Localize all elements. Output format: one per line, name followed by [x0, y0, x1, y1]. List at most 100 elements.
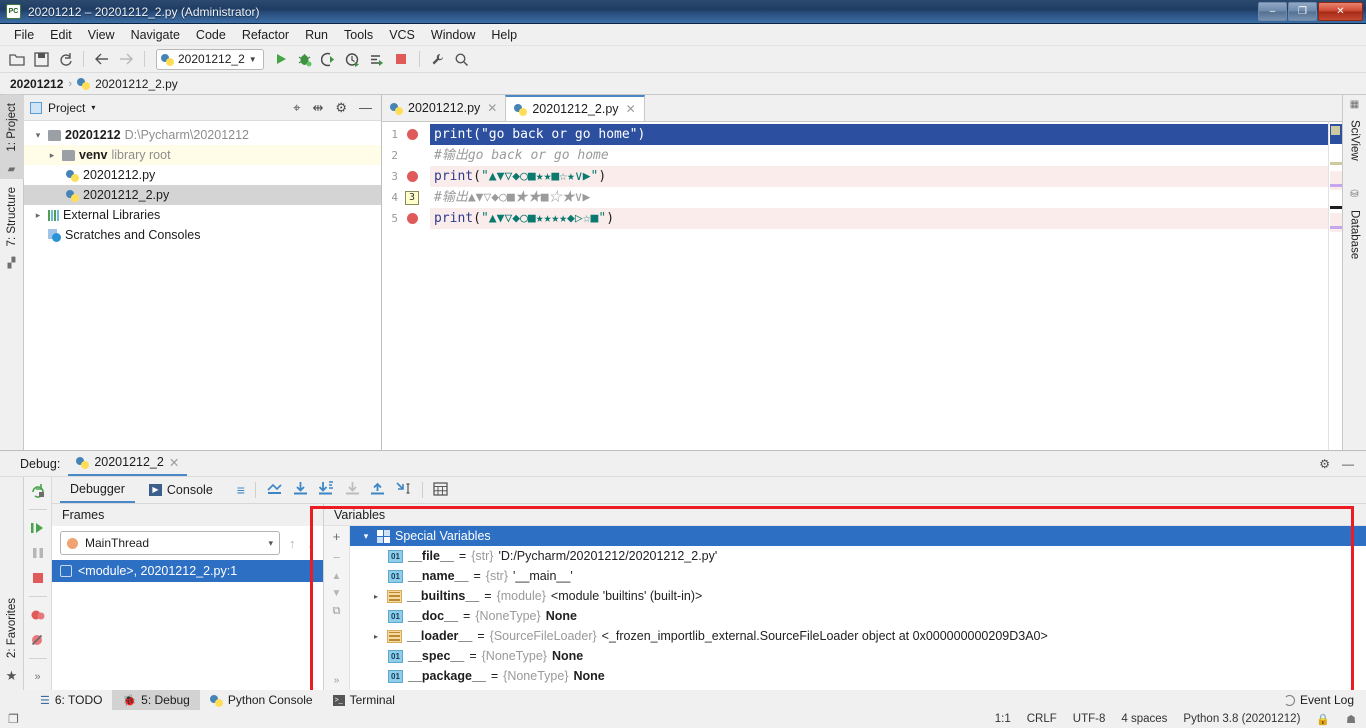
search-icon[interactable] — [451, 48, 473, 70]
marker-warning[interactable] — [1331, 126, 1340, 135]
lock-icon[interactable]: 🔒 — [1316, 713, 1330, 726]
tree-row-file-1[interactable]: 20201212.py — [24, 165, 381, 185]
gutter-line[interactable]: 3 — [382, 166, 430, 187]
chevron-down-icon[interactable]: ▾ — [91, 103, 95, 112]
menu-vcs[interactable]: VCS — [381, 26, 423, 44]
step-out-icon[interactable] — [370, 481, 385, 499]
stop-icon[interactable] — [28, 569, 48, 587]
status-tab-python-console[interactable]: Python Console — [200, 690, 323, 710]
minimize-button[interactable]: – — [1258, 1, 1287, 21]
mute-breakpoints-icon[interactable] — [28, 631, 48, 649]
code-line-2[interactable]: #输出go back or go home — [430, 145, 1328, 166]
chevron-right-icon[interactable]: ▸ — [46, 150, 58, 161]
tree-row-external-libraries[interactable]: ▸ External Libraries — [24, 205, 381, 225]
sidebar-item-sciview[interactable]: SciView — [1346, 114, 1364, 167]
sidebar-item-project[interactable]: 1: Project — [2, 95, 21, 160]
arrow-right-icon[interactable] — [115, 48, 137, 70]
gutter-line[interactable]: 4 3 — [382, 187, 430, 208]
more-icon[interactable]: » — [28, 668, 48, 686]
menu-navigate[interactable]: Navigate — [123, 26, 188, 44]
rerun-icon[interactable] — [28, 482, 48, 500]
menu-file[interactable]: File — [6, 26, 42, 44]
tab-console[interactable]: ▶ Console — [139, 479, 223, 502]
menu-edit[interactable]: Edit — [42, 26, 80, 44]
debug-icon[interactable] — [294, 48, 316, 70]
variable-row-loader[interactable]: ▸ __loader__ = {SourceFileLoader} <_froz… — [350, 626, 1366, 646]
frame-up-button[interactable]: ↑ — [286, 536, 299, 551]
code-line-1[interactable]: print("go back or go home") — [430, 124, 1328, 145]
profile-icon[interactable] — [342, 48, 364, 70]
project-panel-title[interactable]: Project — [48, 101, 85, 115]
breadcrumb-file[interactable]: 20201212_2.py — [95, 77, 178, 91]
status-tab-terminal[interactable]: >_ Terminal — [323, 690, 405, 710]
variables-list[interactable]: ▾ Special Variables 01 __file__ = {str} — [350, 526, 1366, 690]
step-into-icon[interactable] — [318, 481, 335, 499]
close-icon[interactable]: ✕ — [487, 101, 497, 115]
menu-help[interactable]: Help — [483, 26, 525, 44]
hide-icon[interactable]: — — [1342, 457, 1354, 471]
variable-row-doc[interactable]: 01 __doc__ = {NoneType} None — [350, 606, 1366, 626]
variable-row-special[interactable]: ▾ Special Variables — [350, 526, 1366, 546]
inspection-marker[interactable]: 3 — [405, 190, 419, 205]
resume-icon[interactable] — [28, 519, 48, 537]
tree-row-scratches[interactable]: Scratches and Consoles — [24, 225, 381, 245]
status-tab-todo[interactable]: ☰ 6: TODO — [30, 690, 112, 710]
remove-watch-button[interactable]: − — [333, 550, 341, 565]
open-folder-icon[interactable] — [6, 48, 28, 70]
editor-tab-20201212-2[interactable]: 20201212_2.py ✕ — [505, 95, 645, 121]
event-log-button[interactable]: Event Log — [1283, 693, 1366, 707]
breakpoint-icon[interactable] — [407, 129, 418, 140]
chevron-right-icon[interactable]: ▸ — [370, 592, 382, 601]
collapse-all-icon[interactable]: ⇹ — [309, 100, 326, 116]
variable-row-name[interactable]: 01 __name__ = {str} '__main__' — [350, 566, 1366, 586]
code-line-4[interactable]: #输出▲▼▽◆○■★★■☆★∨▶ — [430, 187, 1328, 208]
sidebar-item-structure[interactable]: 7: Structure — [3, 179, 21, 254]
sidebar-item-favorites[interactable]: 2: Favorites — [3, 592, 21, 664]
frame-list-item[interactable]: <module>, 20201212_2.py:1 — [52, 560, 323, 582]
breadcrumb-project[interactable]: 20201212 — [10, 77, 63, 91]
run-to-cursor-icon[interactable] — [395, 481, 412, 499]
tree-row-venv[interactable]: ▸ venv library root — [24, 145, 381, 165]
variable-row-file[interactable]: 01 __file__ = {str} 'D:/Pycharm/20201212… — [350, 546, 1366, 566]
pause-icon[interactable] — [28, 544, 48, 562]
toggle-toolwindows-icon[interactable]: ❐ — [8, 712, 19, 726]
editor-tab-20201212[interactable]: 20201212.py ✕ — [382, 95, 506, 121]
chevron-right-icon[interactable]: ▸ — [32, 210, 44, 221]
caret-position[interactable]: 1:1 — [995, 713, 1011, 725]
sidebar-item-database[interactable]: Database — [1346, 204, 1364, 265]
layout-settings-icon[interactable]: ≡ — [237, 482, 245, 498]
move-up-button[interactable]: ▲ — [332, 571, 342, 582]
chevron-right-icon[interactable]: ▸ — [370, 632, 382, 641]
marker-breakpoint-5[interactable] — [1330, 226, 1342, 229]
file-encoding[interactable]: UTF-8 — [1073, 713, 1106, 725]
code-line-5[interactable]: print("▲▼▽◆○■★★★★◆▷☆■") — [430, 208, 1328, 229]
inspector-icon[interactable]: ☗ — [1346, 713, 1356, 726]
force-step-into-icon[interactable] — [345, 481, 360, 499]
close-icon[interactable]: ✕ — [626, 102, 636, 116]
run-with-coverage-icon[interactable] — [318, 48, 340, 70]
move-down-button[interactable]: ▼ — [332, 588, 342, 599]
menu-code[interactable]: Code — [188, 26, 234, 44]
frame-down-button[interactable]: ↓ — [305, 536, 318, 551]
close-icon[interactable]: ✕ — [169, 455, 179, 470]
gear-icon[interactable]: ⚙ — [332, 100, 350, 116]
tab-debugger[interactable]: Debugger — [60, 478, 135, 503]
line-separator[interactable]: CRLF — [1027, 713, 1057, 725]
gutter-line[interactable]: 5 — [382, 208, 430, 229]
hide-icon[interactable]: — — [356, 100, 375, 115]
stop-icon[interactable] — [390, 48, 412, 70]
menu-tools[interactable]: Tools — [336, 26, 381, 44]
chevron-down-icon[interactable]: ▾ — [360, 531, 372, 542]
arrow-left-icon[interactable] — [91, 48, 113, 70]
gutter-line[interactable]: 1 — [382, 124, 430, 145]
chevron-down-icon[interactable]: ▾ — [32, 130, 44, 141]
python-interpreter[interactable]: Python 3.8 (20201212) — [1183, 713, 1300, 725]
thread-dropdown[interactable]: MainThread ▾ — [60, 531, 280, 555]
view-breakpoints-icon[interactable] — [28, 606, 48, 624]
breakpoint-icon[interactable] — [407, 171, 418, 182]
marker-breakpoint-3[interactable] — [1330, 184, 1342, 187]
close-button[interactable]: ✕ — [1318, 1, 1363, 21]
evaluate-expression-icon[interactable] — [433, 481, 448, 499]
copy-value-button[interactable]: ⧉ — [333, 605, 341, 618]
maximize-button[interactable]: ❐ — [1288, 1, 1317, 21]
